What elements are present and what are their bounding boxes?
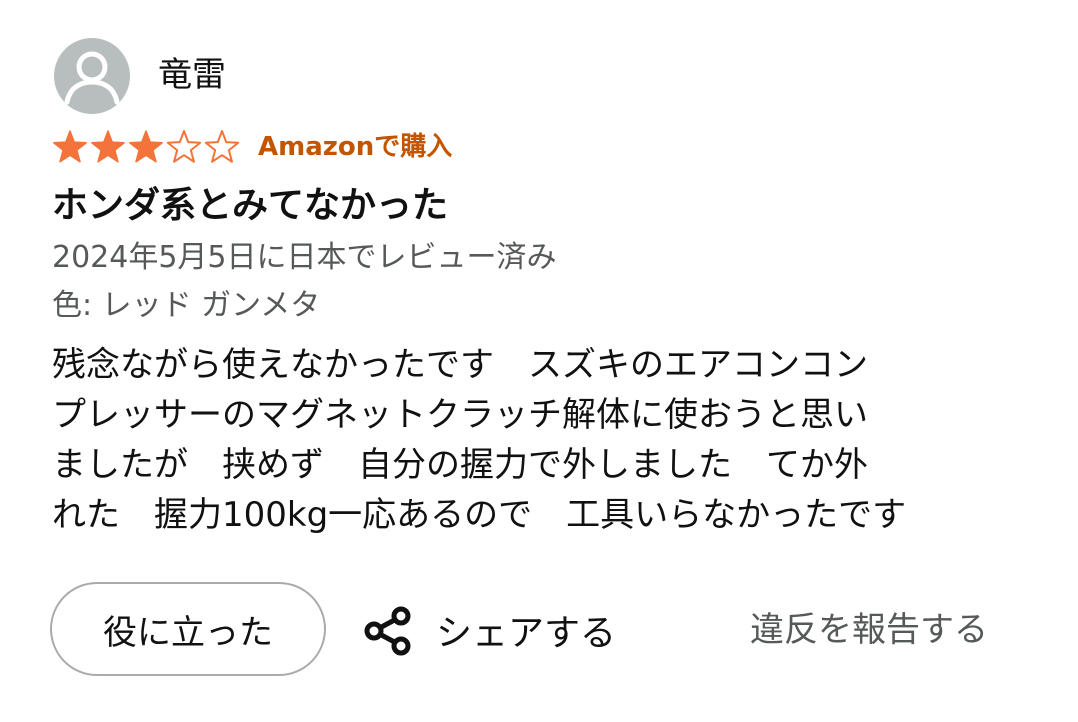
star-filled-icon: [91, 130, 125, 163]
review-variant: 色: レッド ガンメタ: [52, 288, 321, 323]
review-date: 2024年5月5日に日本でレビュー済み: [52, 240, 557, 275]
verified-purchase-badge: Amazonで購入: [258, 132, 453, 162]
report-abuse-link[interactable]: 違反を報告する: [750, 604, 988, 656]
helpful-button[interactable]: 役に立った: [50, 582, 326, 676]
review-body-line: れた 握力100kg一応あるので 工具いらなかったです: [52, 495, 907, 535]
share-label: シェアする: [436, 613, 617, 654]
review-body-line: ましたが 挟めず 自分の握力で外しました てか外: [52, 445, 868, 485]
reviewer-avatar: [54, 38, 130, 114]
share-icon: [364, 606, 411, 656]
rating-row: Amazonで購入: [50, 124, 452, 170]
review-body-line: プレッサーのマグネットクラッチ解体に使おうと思い: [52, 395, 868, 435]
star-filled-icon: [53, 130, 87, 163]
star-filled-icon: [129, 130, 163, 163]
star-rating[interactable]: [50, 127, 240, 167]
default-user-avatar-icon: [64, 51, 120, 105]
star-empty-icon: [166, 130, 202, 163]
star-empty-icon: [204, 130, 240, 163]
review-title[interactable]: ホンダ系とみてなかった: [52, 180, 448, 232]
review-body-line: 残念ながら使えなかったです スズキのエアコンコン: [52, 345, 868, 385]
review-body: 残念ながら使えなかったです スズキのエアコンコン プレッサーのマグネットクラッチ…: [52, 340, 1042, 540]
reviewer-name[interactable]: 竜雷: [158, 52, 226, 98]
share-button[interactable]: シェアする: [360, 596, 616, 664]
